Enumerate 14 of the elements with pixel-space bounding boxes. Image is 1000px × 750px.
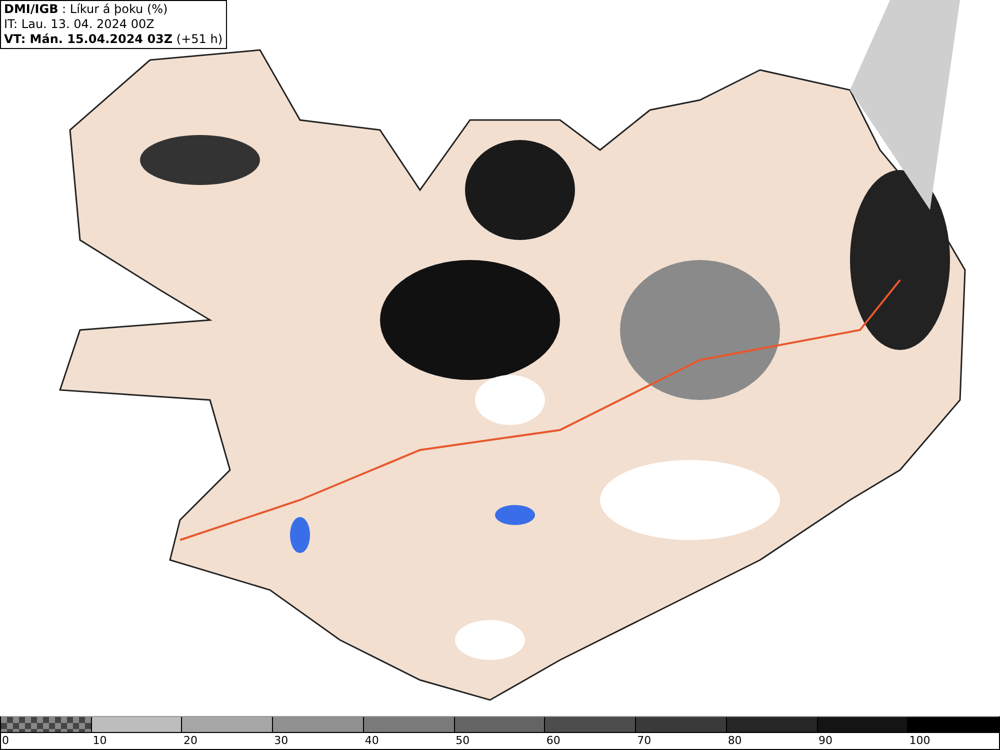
legend-tick-label: 0 (1, 733, 10, 749)
legend-tick-label: 50 (454, 733, 471, 749)
header-text: IT: Lau. 13. 04. 2024 00Z (4, 17, 156, 32)
legend-tick-label: 60 (545, 733, 562, 749)
legend-tick-label: 30 (273, 733, 290, 749)
header-text: DMI/IGB : Líkur á þoku (%) (4, 2, 169, 17)
legend-tick-label: 80 (726, 733, 743, 749)
legend-tick-label: 90 (818, 733, 834, 749)
header-text: VT: Mán. 15.04.2024 03Z (+51 h) (4, 32, 223, 47)
legend-tick-label: 40 (364, 733, 380, 749)
legend-tick-label: 70 (636, 733, 652, 749)
legend-tick-label: 10 (92, 733, 108, 749)
legend-tick-label: 100 (908, 733, 932, 749)
legend-tick-label: 20 (182, 733, 198, 749)
